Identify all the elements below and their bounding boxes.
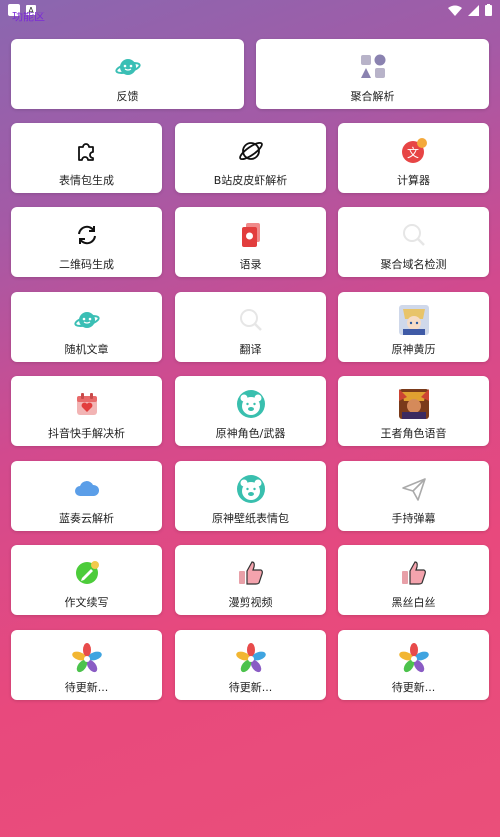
feature-card-genshin-character[interactable]: 原神角色/武器	[175, 376, 326, 446]
wifi-icon	[448, 5, 462, 16]
feature-label: 待更新...	[228, 681, 273, 694]
cloud-icon	[72, 474, 102, 504]
feature-label: 二维码生成	[59, 258, 114, 271]
feature-card-domain-check[interactable]: 聚合域名检测	[338, 207, 489, 277]
page-title: 功能区	[12, 12, 45, 22]
feature-label: 聚合域名检测	[380, 258, 447, 271]
puzzle-icon	[72, 136, 102, 166]
feature-label: 作文续写	[64, 596, 109, 609]
feature-label: 语录	[239, 258, 262, 271]
feature-label: 计算器	[397, 174, 430, 187]
search-icon	[399, 220, 429, 250]
thumbs-up-icon	[399, 558, 429, 588]
bear-face-icon	[236, 474, 266, 504]
feature-card-black-white-silk[interactable]: 黑丝白丝	[338, 545, 489, 615]
feature-label: 待更新...	[64, 681, 109, 694]
feature-card-calculator[interactable]: 文 计算器	[338, 123, 489, 193]
feature-card-video-edit[interactable]: 漫剪视频	[175, 545, 326, 615]
feature-card-honor-of-kings-voice[interactable]: 王者角色语音	[338, 376, 489, 446]
feature-label: 蓝奏云解析	[59, 512, 114, 525]
feature-label: 原神壁纸表情包	[212, 512, 289, 525]
pencil-badge-icon	[72, 558, 102, 588]
planet-emoji-icon	[72, 305, 102, 335]
feature-card-random-article[interactable]: 随机文章	[11, 292, 162, 362]
feature-card-aggregate-parse[interactable]: 聚合解析	[256, 39, 489, 109]
feature-label: 黑丝白丝	[391, 596, 436, 609]
signal-icon	[468, 4, 479, 16]
feature-card-lanzou-parse[interactable]: 蓝奏云解析	[11, 461, 162, 531]
feature-card-genshin-wallpaper[interactable]: 原神壁纸表情包	[175, 461, 326, 531]
feature-label: 表情包生成	[59, 174, 114, 187]
svg-text:文: 文	[406, 145, 418, 160]
feature-card-bilibili-parse[interactable]: B站皮皮虾解析	[175, 123, 326, 193]
feature-label: 翻译	[239, 343, 262, 356]
status-bar: A	[0, 0, 500, 20]
paper-plane-icon	[399, 474, 429, 504]
feature-card-pending-2[interactable]: 待更新...	[175, 630, 326, 700]
planet-outline-icon	[236, 136, 266, 166]
feature-card-pending-3[interactable]: 待更新...	[338, 630, 489, 700]
feature-card-handheld-barrage[interactable]: 手持弹幕	[338, 461, 489, 531]
feature-label: 待更新...	[391, 681, 436, 694]
feature-card-feedback[interactable]: 反馈	[11, 39, 244, 109]
feature-label: 聚合解析	[350, 90, 395, 103]
feature-label: 漫剪视频	[228, 596, 273, 609]
flower-icon	[398, 643, 429, 673]
search-icon	[236, 305, 266, 335]
feature-card-sticker-gen[interactable]: 表情包生成	[11, 123, 162, 193]
battery-icon	[485, 4, 492, 16]
feature-card-genshin-almanac[interactable]: 原神黄历	[338, 292, 489, 362]
feature-label: 反馈	[116, 90, 139, 103]
calendar-heart-icon	[72, 389, 102, 419]
planet-emoji-icon	[113, 52, 143, 82]
feature-card-qrcode-gen[interactable]: 二维码生成	[11, 207, 162, 277]
anime-avatar-icon	[398, 305, 429, 335]
feature-card-essay-continue[interactable]: 作文续写	[11, 545, 162, 615]
bear-face-icon	[236, 389, 266, 419]
feature-label: 抖音快手解决析	[48, 427, 125, 440]
flower-icon	[235, 643, 266, 673]
feature-label: 手持弹幕	[391, 512, 436, 525]
game-avatar-icon	[398, 389, 429, 419]
thumbs-up-icon	[236, 558, 266, 588]
refresh-icon	[72, 220, 102, 250]
shapes-icon	[358, 52, 388, 82]
feature-label: 原神黄历	[391, 343, 436, 356]
feature-label: 王者角色语音	[380, 427, 447, 440]
feature-card-translate[interactable]: 翻译	[175, 292, 326, 362]
feature-label: 原神角色/武器	[215, 427, 286, 440]
feature-label: 随机文章	[64, 343, 109, 356]
feature-label: B站皮皮虾解析	[213, 174, 288, 187]
red-book-icon	[236, 220, 266, 250]
feature-card-quotes[interactable]: 语录	[175, 207, 326, 277]
feature-card-pending-1[interactable]: 待更新...	[11, 630, 162, 700]
translate-badge-icon: 文	[399, 136, 429, 166]
feature-card-douyin-kuaishou-parse[interactable]: 抖音快手解决析	[11, 376, 162, 446]
flower-icon	[71, 643, 102, 673]
